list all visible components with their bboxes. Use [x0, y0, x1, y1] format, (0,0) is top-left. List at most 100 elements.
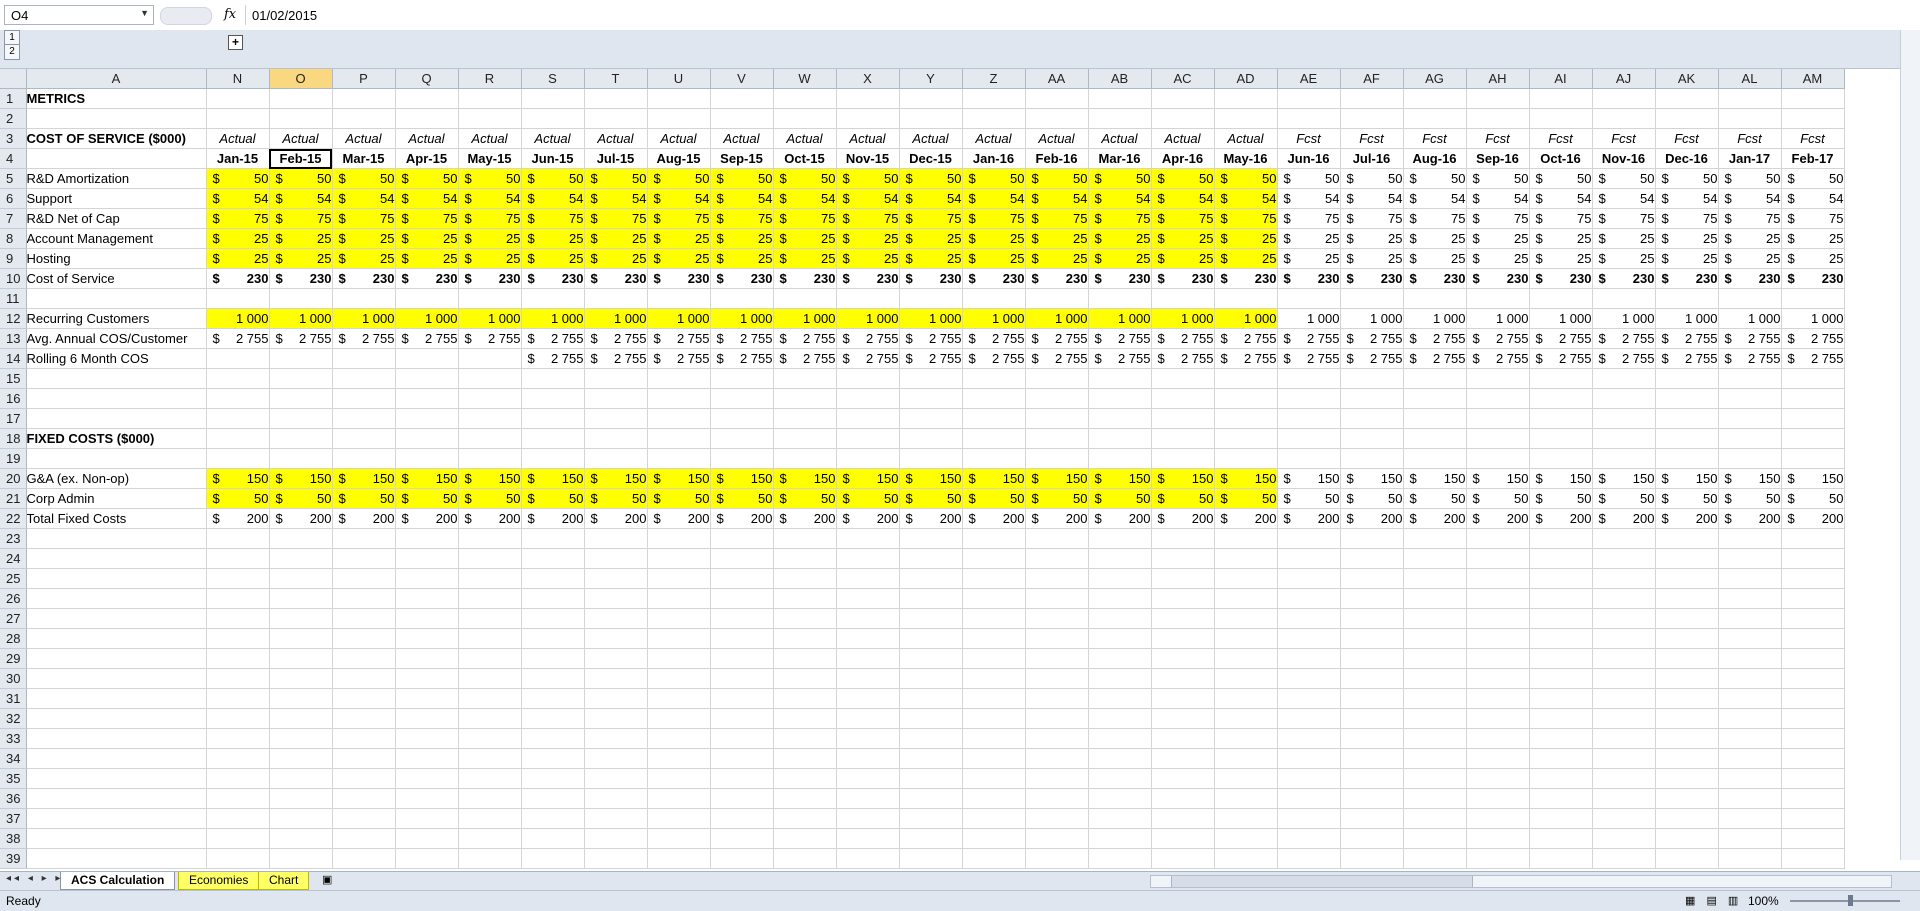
cell[interactable]: $25	[458, 248, 522, 269]
horizontal-scrollbar[interactable]	[1150, 875, 1892, 888]
cell[interactable]	[395, 428, 459, 449]
cell[interactable]	[269, 568, 333, 589]
cell[interactable]: $54	[1466, 188, 1530, 209]
row-header[interactable]: 6	[0, 188, 27, 209]
cell[interactable]	[1592, 848, 1656, 869]
cell[interactable]: $75	[647, 208, 711, 229]
period-type[interactable]: Actual	[458, 128, 522, 149]
period-date[interactable]: Feb-15	[269, 148, 333, 169]
cell[interactable]: $75	[1718, 208, 1782, 229]
cell[interactable]: $25	[1277, 248, 1341, 269]
cell[interactable]	[584, 648, 648, 669]
cell[interactable]: $50	[521, 488, 585, 509]
cell[interactable]	[458, 608, 522, 629]
cell[interactable]: $25	[899, 248, 963, 269]
cell[interactable]: $230	[206, 268, 270, 289]
cell[interactable]	[1151, 528, 1215, 549]
cell[interactable]	[1025, 548, 1089, 569]
period-type[interactable]: Actual	[1025, 128, 1089, 149]
row-header[interactable]: 26	[0, 588, 27, 609]
cell[interactable]	[1151, 548, 1215, 569]
cell[interactable]	[1529, 688, 1593, 709]
cell[interactable]	[458, 88, 522, 109]
cell[interactable]: $2 755	[1340, 348, 1404, 369]
cell[interactable]	[1781, 548, 1845, 569]
cell[interactable]: $200	[1340, 508, 1404, 529]
cell[interactable]: $2 755	[1592, 328, 1656, 349]
cell[interactable]: $54	[962, 188, 1026, 209]
cell[interactable]	[710, 608, 774, 629]
cell[interactable]: $200	[395, 508, 459, 529]
period-type[interactable]: Actual	[1214, 128, 1278, 149]
cell[interactable]	[1529, 108, 1593, 129]
cell[interactable]	[836, 808, 900, 829]
cell[interactable]	[1592, 688, 1656, 709]
cell[interactable]: $50	[710, 488, 774, 509]
cell[interactable]: $75	[395, 208, 459, 229]
cell[interactable]	[1025, 788, 1089, 809]
cell[interactable]	[1403, 368, 1467, 389]
cell[interactable]	[206, 348, 270, 369]
cell[interactable]	[458, 428, 522, 449]
column-header[interactable]: Q	[395, 69, 459, 89]
cell[interactable]	[1718, 588, 1782, 609]
cell[interactable]	[1781, 388, 1845, 409]
cell[interactable]: 1 000	[332, 308, 396, 329]
cell[interactable]	[1340, 288, 1404, 309]
cell[interactable]	[1088, 568, 1152, 589]
cell[interactable]	[332, 708, 396, 729]
cell[interactable]: $200	[521, 508, 585, 529]
cell[interactable]: 1 000	[1025, 308, 1089, 329]
cell[interactable]	[332, 828, 396, 849]
cell[interactable]	[458, 788, 522, 809]
cell[interactable]: $230	[1655, 268, 1719, 289]
cell[interactable]	[1466, 288, 1530, 309]
cell[interactable]	[1277, 88, 1341, 109]
row-label[interactable]	[26, 788, 207, 809]
cell[interactable]	[395, 608, 459, 629]
cell[interactable]	[647, 648, 711, 669]
cell[interactable]	[1592, 668, 1656, 689]
cell[interactable]	[1025, 368, 1089, 389]
cell[interactable]	[1277, 708, 1341, 729]
cell[interactable]: $2 755	[647, 328, 711, 349]
cell[interactable]	[584, 88, 648, 109]
row-label[interactable]	[26, 608, 207, 629]
cell[interactable]: $150	[521, 468, 585, 489]
cell[interactable]	[584, 828, 648, 849]
cell[interactable]	[521, 408, 585, 429]
cell[interactable]	[1781, 568, 1845, 589]
period-type[interactable]: Actual	[836, 128, 900, 149]
cell[interactable]: $230	[458, 268, 522, 289]
row-label[interactable]	[26, 368, 207, 389]
period-date[interactable]: Dec-15	[899, 148, 963, 169]
cell[interactable]	[1718, 368, 1782, 389]
row-label[interactable]	[26, 708, 207, 729]
cell[interactable]: $75	[962, 208, 1026, 229]
cell[interactable]	[1655, 528, 1719, 549]
cell[interactable]	[1214, 668, 1278, 689]
cell[interactable]: $54	[1151, 188, 1215, 209]
cell[interactable]	[1340, 588, 1404, 609]
cell[interactable]	[1088, 528, 1152, 549]
row-header[interactable]: 9	[0, 248, 27, 269]
cell[interactable]: $25	[1025, 248, 1089, 269]
cell[interactable]	[899, 528, 963, 549]
cell[interactable]	[1340, 688, 1404, 709]
cell[interactable]	[647, 528, 711, 549]
period-type[interactable]: Actual	[1151, 128, 1215, 149]
cell[interactable]	[395, 448, 459, 469]
cell[interactable]	[521, 368, 585, 389]
cell[interactable]	[710, 408, 774, 429]
cell[interactable]: $25	[1781, 228, 1845, 249]
cell[interactable]	[269, 408, 333, 429]
column-header[interactable]: O	[269, 69, 333, 89]
cell[interactable]: $25	[836, 228, 900, 249]
cell[interactable]	[521, 748, 585, 769]
cell[interactable]	[1781, 528, 1845, 549]
cell[interactable]	[521, 848, 585, 869]
period-type[interactable]: Actual	[332, 128, 396, 149]
cell[interactable]	[458, 408, 522, 429]
cell[interactable]	[1592, 828, 1656, 849]
cell[interactable]	[710, 108, 774, 129]
